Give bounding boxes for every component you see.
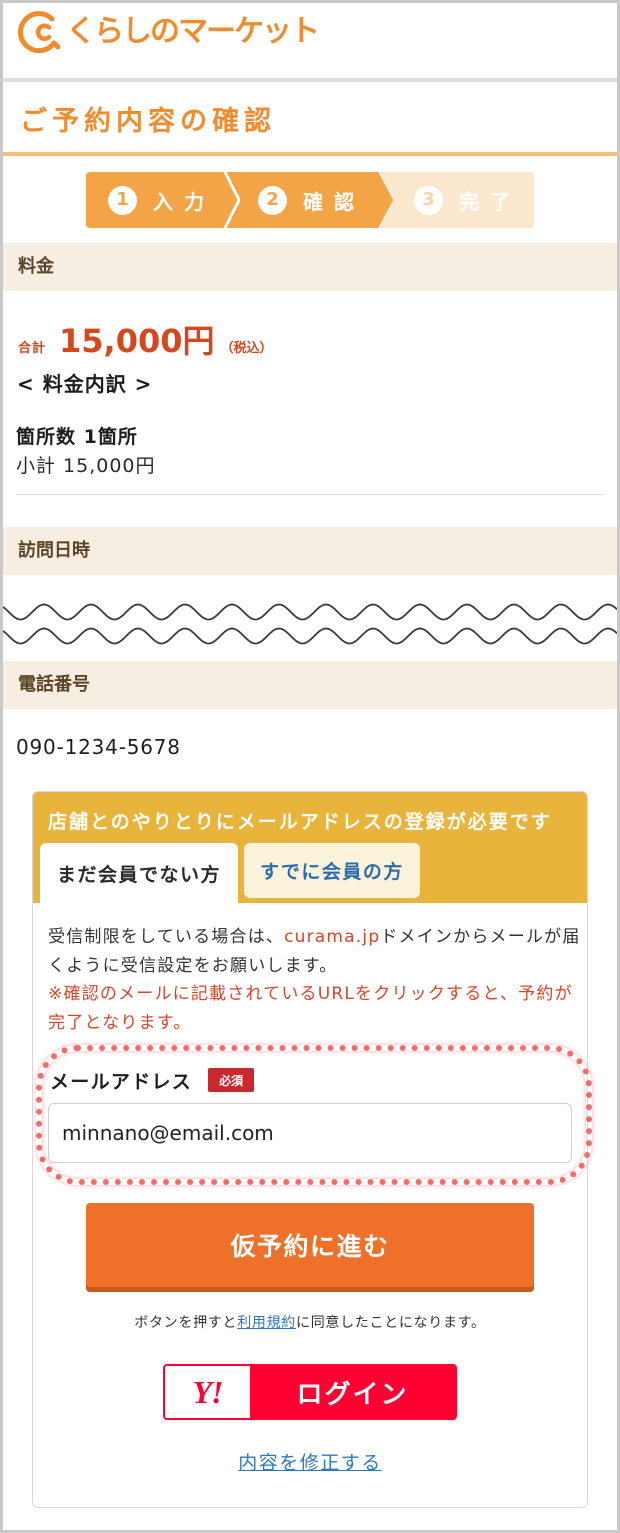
notice-warning: ※確認のメールに記載されているURLをクリックすると、予約が完了となります。 — [48, 984, 573, 1033]
title-underline — [3, 152, 617, 156]
reservation-confirm-page: くらしのマーケット ご予約内容の確認 1 入力 2 確認 3 完了 料金 合計 … — [0, 0, 620, 1533]
step-label: 完了 — [459, 189, 521, 214]
step-complete: 3 完了 — [414, 172, 521, 228]
subtotal: 小計 15,000円 — [16, 455, 156, 477]
step-input: 1 入力 — [108, 172, 215, 228]
required-badge: 必須 — [208, 1068, 255, 1092]
phone-number: 090-1234-5678 — [16, 735, 181, 759]
fee-breakdown-title: < 料金内訳 > — [17, 372, 153, 396]
site-logo[interactable]: くらしのマーケット — [18, 10, 320, 54]
card-header-title: 店舗とのやりとりにメールアドレスの登録が必要です — [48, 811, 552, 833]
tax-note: （税込） — [220, 341, 273, 356]
email-label: メールアドレス — [50, 1070, 193, 1093]
logo-text: くらしのマーケット — [66, 14, 320, 49]
site-header: くらしのマーケット — [0, 0, 620, 82]
curama-logo-icon — [18, 10, 64, 54]
yahoo-login-button[interactable]: Y! ログイン — [163, 1364, 457, 1420]
terms-before: ボタンを押すと — [134, 1315, 238, 1331]
notice-domain: curama.jp — [284, 927, 381, 947]
email-notice: 受信制限をしている場合は、curama.jpドメインからメールが届くように受信設… — [48, 923, 586, 1037]
step-number: 2 — [258, 185, 287, 215]
step-label: 確認 — [303, 189, 365, 214]
total-amount: 15,000円 — [59, 322, 215, 360]
email-field-label-row: メールアドレス 必須 — [50, 1067, 255, 1093]
terms-link[interactable]: 利用規約 — [237, 1315, 296, 1331]
email-input[interactable] — [48, 1103, 572, 1163]
card-header: 店舗とのやりとりにメールアドレスの登録が必要です まだ会員でない方 すでに会員の… — [33, 792, 587, 903]
terms-notice: ボタンを押すと利用規約に同意したことになります。 — [33, 1311, 587, 1335]
terms-after: に同意したことになります。 — [296, 1315, 486, 1331]
progress-stepper: 1 入力 2 確認 3 完了 — [86, 172, 534, 228]
notice-before: 受信制限をしている場合は、 — [48, 927, 285, 947]
step-confirm: 2 確認 — [258, 172, 365, 228]
notice-text: 受信制限をしている場合は、curama.jpドメインからメールが届くように受信設… — [48, 923, 586, 980]
step-number: 3 — [414, 185, 443, 215]
total-price: 合計 15,000円 （税込） — [18, 316, 273, 362]
step-number: 1 — [108, 185, 137, 215]
email-registration-card: 店舗とのやりとりにメールアドレスの登録が必要です まだ会員でない方 すでに会員の… — [32, 791, 588, 1508]
page-title: ご予約内容の確認 — [20, 106, 276, 137]
wavy-break-icon — [3, 603, 617, 645]
tab-existing-member[interactable]: すでに会員の方 — [244, 843, 420, 898]
divider — [16, 494, 604, 495]
section-title-visit-datetime: 訪問日時 — [3, 527, 617, 575]
provisional-reserve-button[interactable]: 仮予約に進む — [86, 1203, 534, 1292]
total-label: 合計 — [18, 341, 47, 356]
edit-content-link[interactable]: 内容を修正する — [33, 1449, 587, 1477]
tab-new-member[interactable]: まだ会員でない方 — [40, 843, 238, 903]
section-title-phone: 電話番号 — [3, 661, 617, 709]
section-title-fee: 料金 — [3, 243, 617, 291]
location-count: 箇所数 1箇所 — [16, 426, 138, 448]
step-label: 入力 — [153, 189, 215, 214]
yahoo-logo: Y! — [192, 1373, 224, 1410]
yahoo-login-label: ログイン — [250, 1366, 455, 1418]
